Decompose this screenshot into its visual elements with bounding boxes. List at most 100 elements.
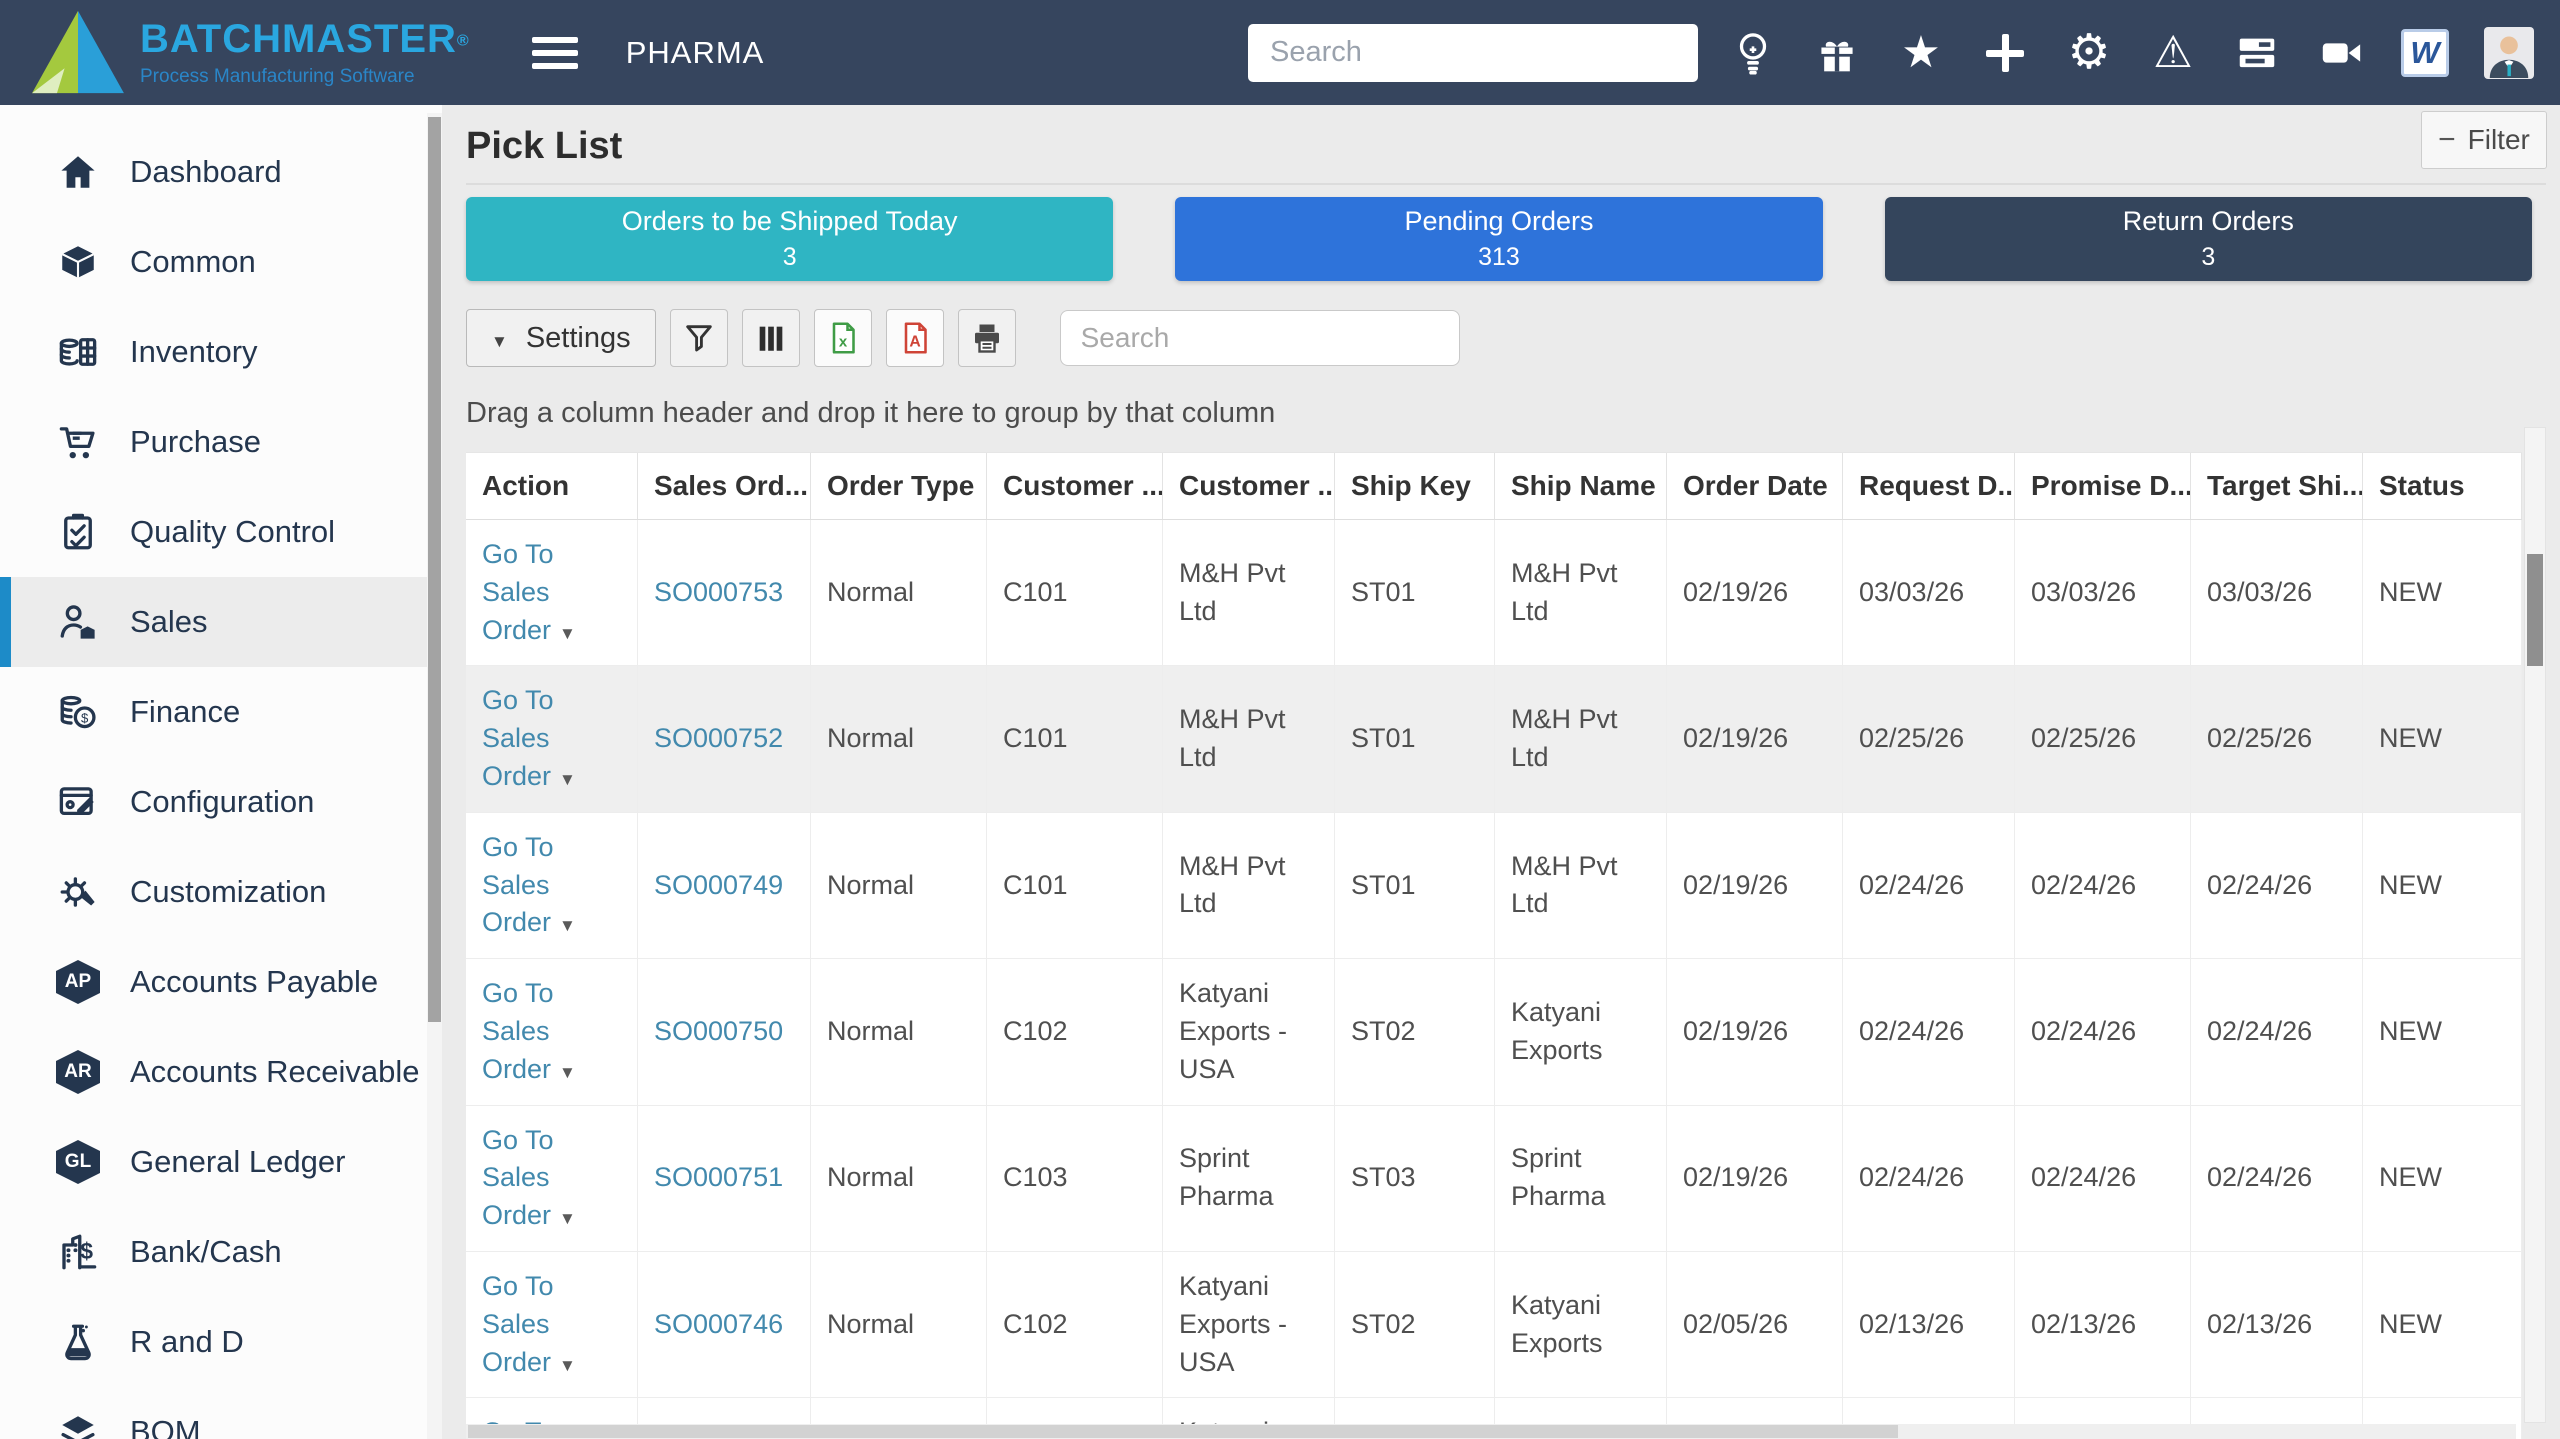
grid-vertical-scrollbar[interactable] bbox=[2524, 427, 2546, 1423]
column-header-status[interactable]: Status bbox=[2363, 453, 2522, 519]
sidebar-scrollbar[interactable] bbox=[427, 113, 442, 1439]
print-button[interactable] bbox=[958, 309, 1016, 367]
global-search-input[interactable] bbox=[1248, 24, 1698, 82]
column-header-action[interactable]: Action bbox=[466, 453, 638, 519]
window-pencil-icon bbox=[56, 780, 100, 824]
settings-dropdown-button[interactable]: Settings bbox=[466, 309, 656, 367]
sidebar-item-dashboard[interactable]: Dashboard bbox=[0, 127, 442, 217]
go-to-sales-order-link[interactable]: Go To Sales Order bbox=[482, 1271, 576, 1377]
clipboard-check-icon bbox=[56, 510, 100, 554]
cell-ship-name: Sprint Pharma bbox=[1495, 1106, 1667, 1251]
column-header-ship-name[interactable]: Ship Name bbox=[1495, 453, 1667, 519]
cell-target-ship-date: 02/24/26 bbox=[2191, 1106, 2363, 1251]
accounts-receivable-badge-icon: AR bbox=[56, 1050, 100, 1094]
gear-icon[interactable] bbox=[2064, 28, 2114, 78]
filter-funnel-button[interactable] bbox=[670, 309, 728, 367]
sidebar-item-label: Dashboard bbox=[130, 154, 282, 190]
plus-icon[interactable] bbox=[1980, 28, 2030, 78]
print-icon bbox=[969, 320, 1005, 356]
sales-order-link[interactable]: SO000751 bbox=[654, 1162, 783, 1192]
kpi-card-return-orders[interactable]: Return Orders3 bbox=[1885, 197, 2532, 281]
column-header-sales-ord[interactable]: Sales Ord... bbox=[638, 453, 811, 519]
grid-vertical-scrollbar-thumb[interactable] bbox=[2527, 554, 2543, 666]
grid-horizontal-scrollbar[interactable] bbox=[466, 1424, 2516, 1439]
kpi-card-value: 3 bbox=[783, 243, 797, 272]
column-header-ship-key[interactable]: Ship Key bbox=[1335, 453, 1495, 519]
star-icon[interactable] bbox=[1896, 28, 1946, 78]
cell-so: SO000753 bbox=[638, 520, 811, 665]
sales-order-link[interactable]: SO000752 bbox=[654, 723, 783, 753]
go-to-sales-order-link[interactable]: Go To Sales Order bbox=[482, 1125, 576, 1231]
sales-order-link[interactable]: SO000746 bbox=[654, 1309, 783, 1339]
cell-request-date: 02/13/26 bbox=[1843, 1252, 2015, 1397]
kpi-card-pending-orders[interactable]: Pending Orders313 bbox=[1175, 197, 1822, 281]
grid-search-input[interactable] bbox=[1060, 310, 1460, 366]
sidebar-item-purchase[interactable]: Purchase bbox=[0, 397, 442, 487]
sidebar-item-accounts-receivable[interactable]: ARAccounts Receivable bbox=[0, 1027, 442, 1117]
column-header-promise-d[interactable]: Promise D... bbox=[2015, 453, 2191, 519]
warning-icon[interactable] bbox=[2148, 28, 2198, 78]
caret-down-icon[interactable] bbox=[551, 1054, 576, 1084]
sidebar-item-r-and-d[interactable]: R and D bbox=[0, 1297, 442, 1387]
sales-order-link[interactable]: SO000750 bbox=[654, 1016, 783, 1046]
caret-down-icon[interactable] bbox=[551, 907, 576, 937]
excel-export-button[interactable]: x bbox=[814, 309, 872, 367]
lightbulb-icon[interactable] bbox=[1728, 28, 1778, 78]
sidebar-item-bank-cash[interactable]: $Bank/Cash bbox=[0, 1207, 442, 1297]
sidebar-item-inventory[interactable]: Inventory bbox=[0, 307, 442, 397]
pdf-export-icon: A bbox=[897, 320, 933, 356]
cell-customer-name: Sprint Pharma bbox=[1163, 1106, 1335, 1251]
column-header-customer[interactable]: Customer ... bbox=[1163, 453, 1335, 519]
video-camera-icon[interactable] bbox=[2316, 28, 2366, 78]
cell-request-date: 02/24/26 bbox=[1843, 1106, 2015, 1251]
sidebar-item-configuration[interactable]: Configuration bbox=[0, 757, 442, 847]
cell-customer-key: C101 bbox=[987, 813, 1163, 958]
columns-button[interactable] bbox=[742, 309, 800, 367]
column-header-request-d[interactable]: Request D... bbox=[1843, 453, 2015, 519]
sidebar-item-accounts-payable[interactable]: APAccounts Payable bbox=[0, 937, 442, 1027]
gift-icon[interactable] bbox=[1812, 28, 1862, 78]
sidebar-item-quality-control[interactable]: Quality Control bbox=[0, 487, 442, 577]
sidebar-item-customization[interactable]: Customization bbox=[0, 847, 442, 937]
word-document-icon[interactable]: W bbox=[2400, 28, 2450, 78]
column-header-customer[interactable]: Customer ... bbox=[987, 453, 1163, 519]
column-header-target-shi[interactable]: Target Shi... bbox=[2191, 453, 2363, 519]
filter-button[interactable]: Filter bbox=[2421, 111, 2547, 169]
cell-order-date: 02/19/26 bbox=[1667, 1106, 1843, 1251]
user-avatar-icon[interactable] bbox=[2484, 28, 2534, 78]
grid-horizontal-scrollbar-thumb[interactable] bbox=[468, 1425, 1898, 1438]
cell-ship-key: ST03 bbox=[1335, 1106, 1495, 1251]
menu-hamburger-icon[interactable] bbox=[532, 30, 578, 76]
caret-down-icon[interactable] bbox=[551, 1200, 576, 1230]
sidebar-item-common[interactable]: Common bbox=[0, 217, 442, 307]
sales-order-link[interactable]: SO000749 bbox=[654, 870, 783, 900]
sidebar-item-sales[interactable]: Sales bbox=[0, 577, 442, 667]
sidebar-item-label: General Ledger bbox=[130, 1144, 345, 1180]
cell-status: NEW bbox=[2363, 813, 2522, 958]
cell-ship-name: M&H Pvt Ltd bbox=[1495, 520, 1667, 665]
cell-request-date: 02/24/26 bbox=[1843, 959, 2015, 1104]
sidebar-item-bom[interactable]: BOM bbox=[0, 1387, 442, 1439]
pdf-export-button[interactable]: A bbox=[886, 309, 944, 367]
caret-down-icon[interactable] bbox=[551, 761, 576, 791]
caret-down-icon[interactable] bbox=[551, 1347, 576, 1377]
caret-down-icon[interactable] bbox=[551, 615, 576, 645]
sidebar-item-general-ledger[interactable]: GLGeneral Ledger bbox=[0, 1117, 442, 1207]
cell-so: SO000751 bbox=[638, 1106, 811, 1251]
cell-so: SO000750 bbox=[638, 959, 811, 1104]
go-to-sales-order-link[interactable]: Go To Sales Order bbox=[482, 978, 576, 1084]
sidebar-item-finance[interactable]: $Finance bbox=[0, 667, 442, 757]
sales-order-link[interactable]: SO000753 bbox=[654, 577, 783, 607]
go-to-sales-order-link[interactable]: Go To Sales Order bbox=[482, 832, 576, 938]
column-header-order-date[interactable]: Order Date bbox=[1667, 453, 1843, 519]
column-header-order-type[interactable]: Order Type bbox=[811, 453, 987, 519]
cell-customer-key: C102 bbox=[987, 1252, 1163, 1397]
go-to-sales-order-link[interactable]: Go To Sales Order bbox=[482, 685, 576, 791]
kpi-card-orders-to-be-shipped-today[interactable]: Orders to be Shipped Today3 bbox=[466, 197, 1113, 281]
sidebar-scrollbar-thumb[interactable] bbox=[428, 117, 441, 1022]
cell-promise-date: 02/13/26 bbox=[2015, 1252, 2191, 1397]
inventory-icon bbox=[56, 330, 100, 374]
server-icon[interactable] bbox=[2232, 28, 2282, 78]
go-to-sales-order-link[interactable]: Go To Sales Order bbox=[482, 539, 576, 645]
cell-so: SO000746 bbox=[638, 1252, 811, 1397]
